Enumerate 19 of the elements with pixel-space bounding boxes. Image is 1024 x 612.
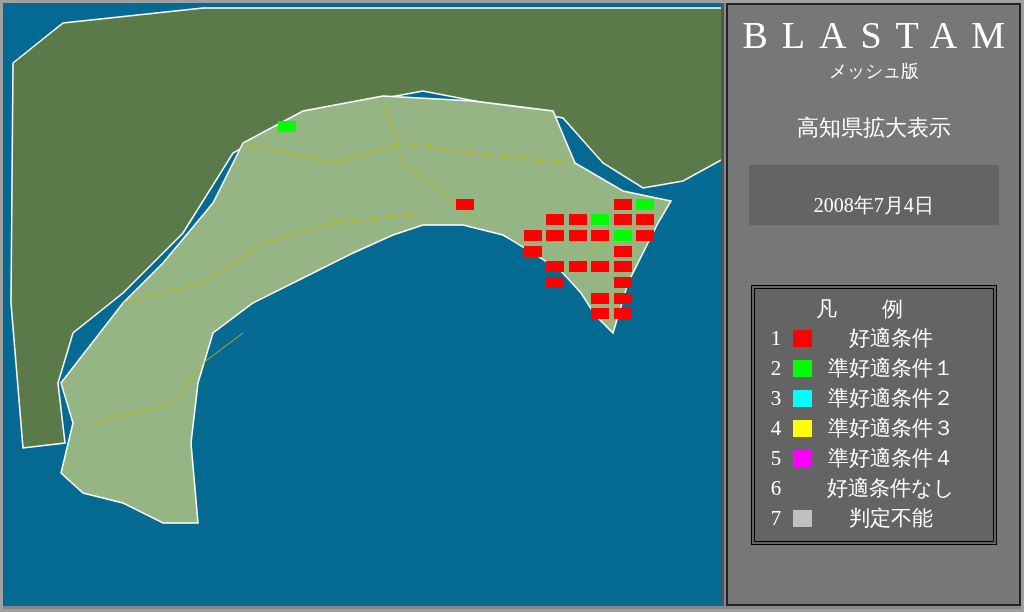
legend-label: 準好適条件２ <box>827 385 956 412</box>
app-subtitle: メッシュ版 <box>828 60 919 83</box>
legend-number: 5 <box>770 445 783 471</box>
legend-title: 凡 例 <box>815 296 917 323</box>
legend-number: 6 <box>770 475 783 501</box>
app-title: BLASTAM <box>741 13 1019 57</box>
legend-label: 好適条件なし <box>826 475 957 502</box>
legend-number: 4 <box>770 415 783 441</box>
view-label: 高知県拡大表示 <box>796 114 951 142</box>
legend-label: 準好適条件３ <box>827 415 956 442</box>
legend-number: 2 <box>770 355 783 381</box>
legend-number: 7 <box>770 505 783 531</box>
legend-label: 準好適条件４ <box>827 445 956 472</box>
legend-label: 判定不能 <box>848 505 935 532</box>
legend-label: 準好適条件１ <box>827 355 956 382</box>
legend-number: 3 <box>770 385 783 411</box>
legend-number: 1 <box>770 325 783 351</box>
legend-label: 好適条件 <box>848 325 935 352</box>
date-display: 2008年7月4日 <box>748 165 999 225</box>
